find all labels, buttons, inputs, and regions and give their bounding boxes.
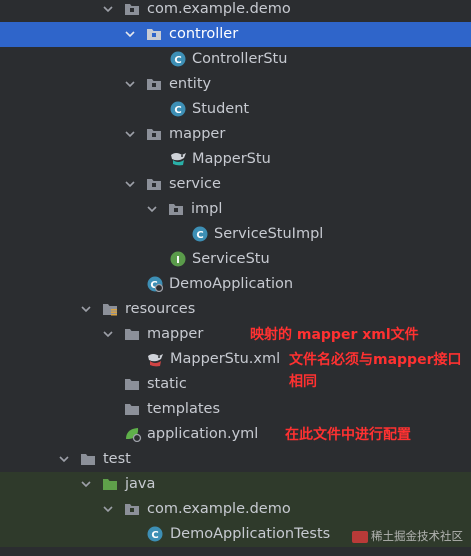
tree-item-label: controller — [169, 26, 239, 42]
tree-row-class-student[interactable]: C Student — [0, 97, 471, 122]
tree-row-folder-test[interactable]: test — [0, 447, 471, 472]
tree-item-label: mapper — [169, 126, 226, 142]
chevron-down-icon[interactable] — [80, 478, 92, 490]
tree-item-label: resources — [125, 301, 196, 317]
tree-item-label: static — [147, 376, 187, 392]
tree-item-label: entity — [169, 76, 212, 92]
chevron-down-icon[interactable] — [80, 303, 92, 315]
tree-item-label: com.example.demo — [147, 501, 291, 517]
svg-text:C: C — [174, 105, 181, 116]
package-folder-icon — [124, 501, 140, 517]
tree-item-label: DemoApplicationTests — [170, 526, 331, 542]
tree-row-folder-resources[interactable]: resources — [0, 297, 471, 322]
tree-item-label: Student — [192, 101, 250, 117]
chevron-down-icon[interactable] — [102, 3, 114, 15]
test-java-folder-icon — [102, 476, 118, 492]
tree-item-label: java — [125, 476, 156, 492]
folder-icon — [80, 451, 96, 467]
tree-item-label: ServiceStuImpl — [214, 226, 324, 242]
mybatis-mapper-icon — [170, 151, 186, 167]
tree-item-label: service — [169, 176, 221, 192]
svg-text:C: C — [174, 55, 181, 66]
package-folder-icon — [146, 126, 162, 142]
tree-row-interface-servicestu[interactable]: I ServiceStu — [0, 247, 471, 272]
tree-row-folder-static[interactable]: static — [0, 372, 471, 397]
resources-folder-icon — [102, 301, 118, 317]
folder-icon — [124, 401, 140, 417]
java-class-icon: C — [170, 51, 186, 67]
folder-icon — [124, 376, 140, 392]
tree-row-package-com-example-demo-test[interactable]: com.example.demo — [0, 497, 471, 522]
tree-row-package-controller[interactable]: controller — [0, 22, 471, 47]
tree-row-package-impl[interactable]: impl — [0, 197, 471, 222]
package-folder-icon — [124, 1, 140, 17]
spring-boot-app-icon: C — [147, 276, 163, 292]
tree-row-class-servicestuimpl[interactable]: C ServiceStuImpl — [0, 222, 471, 247]
java-class-icon: C — [147, 526, 163, 542]
package-folder-icon — [146, 176, 162, 192]
tree-item-label: DemoApplication — [169, 276, 294, 292]
svg-text:I: I — [176, 255, 180, 266]
chevron-down-icon[interactable] — [124, 78, 136, 90]
tree-row-folder-templates[interactable]: templates — [0, 397, 471, 422]
tree-row-class-demoapplication[interactable]: C DemoApplication — [0, 272, 471, 297]
tree-bottom-edge — [0, 548, 471, 556]
java-class-icon: C — [192, 226, 208, 242]
chevron-down-icon[interactable] — [102, 503, 114, 515]
tree-item-label: mapper — [147, 326, 204, 342]
tree-row-interface-mapperstu[interactable]: MapperStu — [0, 147, 471, 172]
tree-row-folder-java[interactable]: java — [0, 472, 471, 497]
package-folder-icon — [146, 76, 162, 92]
chevron-down-icon[interactable] — [102, 328, 114, 340]
tree-item-label: impl — [191, 201, 223, 217]
tree-row-package-com-example-demo[interactable]: com.example.demo — [0, 0, 471, 22]
svg-text:C: C — [151, 530, 158, 541]
annotation-filename-line1: 文件名必须与mapper接口 — [289, 352, 462, 368]
chevron-down-icon[interactable] — [146, 203, 158, 215]
tree-row-package-entity[interactable]: entity — [0, 72, 471, 97]
tree-item-label: ControllerStu — [192, 51, 288, 67]
folder-icon — [124, 326, 140, 342]
tree-row-package-service[interactable]: service — [0, 172, 471, 197]
annotation-mapper-xml: 映射的 mapper xml文件 — [250, 327, 419, 343]
project-tree: com.example.demo controller C Controller… — [0, 0, 471, 556]
tree-item-label: MapperStu — [192, 151, 271, 167]
tree-item-label: application.yml — [147, 426, 259, 442]
tree-item-label: com.example.demo — [147, 1, 291, 17]
watermark-logo-icon — [352, 530, 368, 543]
package-folder-icon — [146, 26, 162, 42]
tree-item-label: MapperStu.xml — [170, 351, 281, 367]
mybatis-xml-icon — [147, 351, 163, 367]
tree-item-label: templates — [147, 401, 221, 417]
chevron-down-icon[interactable] — [58, 453, 70, 465]
tree-row-class-controllerstu[interactable]: C ControllerStu — [0, 47, 471, 72]
package-folder-icon — [168, 201, 184, 217]
spring-config-icon — [124, 426, 142, 442]
svg-text:C: C — [196, 230, 203, 241]
tree-item-label: ServiceStu — [192, 251, 270, 267]
java-interface-icon: I — [170, 251, 186, 267]
java-class-icon: C — [170, 101, 186, 117]
chevron-down-icon[interactable] — [124, 28, 136, 40]
watermark: 稀土掘金技术社区 — [352, 528, 463, 544]
watermark-text: 稀土掘金技术社区 — [371, 529, 463, 543]
tree-item-label: test — [103, 451, 131, 467]
chevron-down-icon[interactable] — [124, 178, 136, 190]
tree-row-package-mapper[interactable]: mapper — [0, 122, 471, 147]
annotation-config: 在此文件中进行配置 — [285, 427, 411, 443]
chevron-down-icon[interactable] — [124, 128, 136, 140]
